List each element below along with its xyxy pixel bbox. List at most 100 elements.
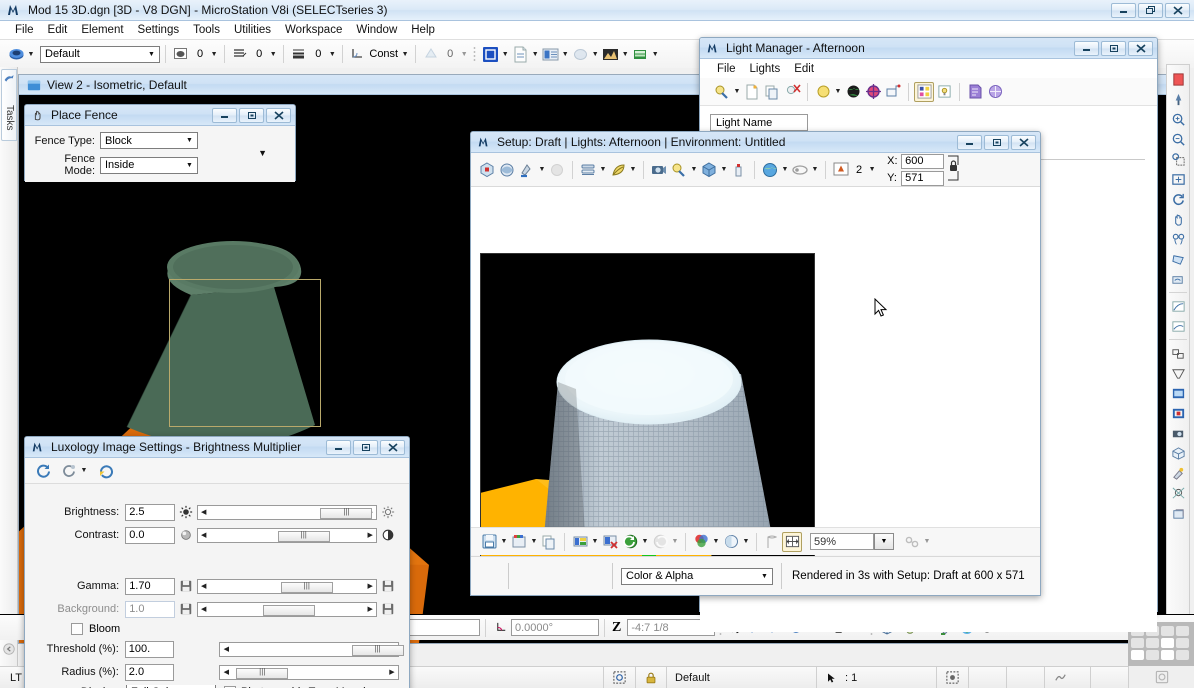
save-icon[interactable] bbox=[379, 577, 397, 595]
line-weight-icon[interactable] bbox=[289, 44, 309, 64]
light-props-icon[interactable] bbox=[934, 82, 954, 102]
filmstrip-icon[interactable] bbox=[570, 532, 590, 552]
luxology-minimize[interactable] bbox=[326, 440, 351, 455]
threshold-slider[interactable] bbox=[219, 642, 399, 657]
environment-cube-icon[interactable] bbox=[699, 160, 719, 180]
close-button[interactable] bbox=[1165, 3, 1190, 18]
status-level-cell[interactable]: Default bbox=[666, 667, 816, 688]
restore-button[interactable] bbox=[1138, 3, 1163, 18]
clip-volume-icon[interactable] bbox=[1167, 249, 1189, 269]
new-file-icon[interactable] bbox=[742, 82, 762, 102]
zoom-out-icon[interactable] bbox=[1167, 129, 1189, 149]
sun-icon[interactable] bbox=[813, 82, 833, 102]
database-icon[interactable] bbox=[630, 44, 650, 64]
radius-field[interactable]: 2.0 bbox=[125, 664, 174, 681]
status-snap-cell[interactable] bbox=[603, 667, 635, 688]
light-grid-icon[interactable] bbox=[914, 82, 934, 102]
leaf-caret[interactable] bbox=[628, 161, 638, 179]
light-sphere-icon[interactable] bbox=[985, 82, 1005, 102]
render-setup-icon[interactable] bbox=[1167, 403, 1189, 423]
light-name-column-header[interactable]: Light Name bbox=[710, 114, 808, 131]
class-caret[interactable] bbox=[400, 45, 410, 63]
alpha-caret[interactable] bbox=[741, 533, 751, 551]
leaf-icon[interactable] bbox=[608, 160, 628, 180]
save-image-caret[interactable] bbox=[499, 533, 509, 551]
reset-icon[interactable] bbox=[95, 461, 115, 481]
references-caret[interactable] bbox=[530, 45, 540, 63]
rgb-icon[interactable] bbox=[691, 532, 711, 552]
terrain-model-icon[interactable] bbox=[600, 44, 620, 64]
link-caret[interactable] bbox=[922, 533, 932, 551]
color-mode-icon[interactable] bbox=[509, 532, 529, 552]
tone-map-icon[interactable] bbox=[59, 461, 79, 481]
angle-field[interactable]: 0.0000° bbox=[511, 619, 599, 636]
references-icon[interactable] bbox=[510, 44, 530, 64]
no-image-icon[interactable] bbox=[600, 532, 620, 552]
target-icon[interactable] bbox=[863, 82, 883, 102]
background-field[interactable]: 1.0 bbox=[125, 601, 175, 618]
fit-image-icon[interactable] bbox=[782, 532, 802, 552]
play-green-icon[interactable] bbox=[620, 532, 640, 552]
alpha-icon[interactable] bbox=[721, 532, 741, 552]
lm-menu-lights[interactable]: Lights bbox=[743, 62, 788, 76]
pan-view-icon[interactable] bbox=[1167, 209, 1189, 229]
models-caret[interactable] bbox=[500, 45, 510, 63]
light-manager-restore[interactable] bbox=[1101, 41, 1126, 56]
contrast-field[interactable]: 0.0 bbox=[125, 527, 175, 544]
play-gray-caret[interactable] bbox=[670, 533, 680, 551]
style-caret[interactable] bbox=[268, 45, 278, 63]
light-manager-close[interactable] bbox=[1128, 41, 1153, 56]
setup-draft-restore[interactable] bbox=[984, 135, 1009, 150]
aa-icon[interactable] bbox=[831, 160, 851, 180]
new-light-icon[interactable] bbox=[712, 82, 732, 102]
filmstrip-caret[interactable] bbox=[590, 533, 600, 551]
menu-settings[interactable]: Settings bbox=[131, 23, 187, 37]
menu-tools[interactable]: Tools bbox=[186, 23, 227, 37]
place-fence-minimize[interactable] bbox=[212, 108, 237, 123]
models-icon[interactable] bbox=[480, 44, 500, 64]
bloom-checkbox[interactable] bbox=[71, 623, 83, 635]
material-assign-icon[interactable] bbox=[1167, 463, 1189, 483]
light-probe-icon[interactable] bbox=[965, 82, 985, 102]
menu-window[interactable]: Window bbox=[349, 23, 404, 37]
fence-expand-caret[interactable]: ▼ bbox=[258, 148, 267, 158]
zoom-in-icon[interactable] bbox=[1167, 109, 1189, 129]
gamma-field[interactable]: 1.70 bbox=[125, 578, 175, 595]
status-selection-cell[interactable] bbox=[936, 667, 968, 688]
rotate-view-icon[interactable] bbox=[1167, 189, 1189, 209]
globe-icon[interactable] bbox=[843, 82, 863, 102]
rgb-caret[interactable] bbox=[711, 533, 721, 551]
menu-element[interactable]: Element bbox=[74, 23, 130, 37]
layers-caret[interactable] bbox=[598, 161, 608, 179]
lm-menu-file[interactable]: File bbox=[710, 62, 743, 76]
level-display-icon[interactable] bbox=[6, 44, 26, 64]
tone-map-caret[interactable] bbox=[79, 462, 89, 480]
raster-manager-icon[interactable] bbox=[540, 44, 560, 64]
light-manager-minimize[interactable] bbox=[1074, 41, 1099, 56]
attach-icon[interactable] bbox=[883, 82, 903, 102]
luxology-restore[interactable] bbox=[353, 440, 378, 455]
menu-help[interactable]: Help bbox=[404, 23, 442, 37]
bulb-caret[interactable] bbox=[689, 161, 699, 179]
point-cloud-caret[interactable] bbox=[590, 45, 600, 63]
lm-menu-edit[interactable]: Edit bbox=[787, 62, 821, 76]
minimize-button[interactable] bbox=[1111, 3, 1136, 18]
material-icon[interactable] bbox=[497, 160, 517, 180]
background-slider[interactable] bbox=[197, 602, 377, 617]
copy-icon[interactable] bbox=[762, 82, 782, 102]
resolution-y-field[interactable]: 571 bbox=[901, 171, 944, 186]
active-level-combo[interactable]: Default bbox=[40, 46, 160, 63]
luxology-close[interactable] bbox=[380, 440, 405, 455]
globe-caret[interactable] bbox=[780, 161, 790, 179]
render-icon[interactable] bbox=[477, 160, 497, 180]
setup-draft-minimize[interactable] bbox=[957, 135, 982, 150]
view-display-icon[interactable] bbox=[1167, 316, 1189, 336]
save-icon[interactable] bbox=[177, 600, 195, 618]
window-area-icon[interactable] bbox=[1167, 149, 1189, 169]
zoom-field[interactable]: 59% bbox=[810, 533, 874, 550]
refresh-icon[interactable] bbox=[33, 461, 53, 481]
menu-workspace[interactable]: Workspace bbox=[278, 23, 349, 37]
level-display-caret[interactable] bbox=[26, 45, 36, 63]
play-green-caret[interactable] bbox=[640, 533, 650, 551]
contrast-slider[interactable] bbox=[197, 528, 377, 543]
